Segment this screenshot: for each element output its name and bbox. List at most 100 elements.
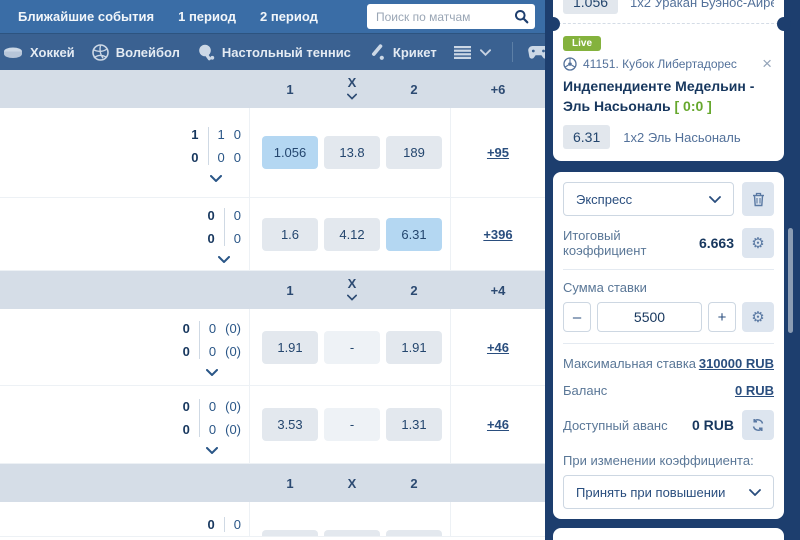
gamepad-icon [527,45,545,60]
odd-chip[interactable]: - [324,331,380,364]
expand-chevron-icon[interactable] [218,256,230,263]
betslip-panel: 1.056 1x2 Уракан Буэнос-Айрес Live 41151… [545,0,800,540]
header-more-label[interactable]: +6 [491,82,506,97]
expand-chevron-icon[interactable] [210,175,222,182]
search-box[interactable] [367,4,535,29]
odd-chip[interactable]: 1.6 [262,218,318,251]
score-value: 0 [234,147,241,168]
stake-minus-button[interactable]: – [563,302,591,332]
odd-chip[interactable]: 6.31 [386,218,442,251]
odds-column-header: 1X2+4 [0,271,545,309]
divider [563,269,774,270]
divider [512,42,513,62]
odd-chip[interactable] [386,530,442,537]
promo-input[interactable] [556,531,781,540]
coupon-card: 1.056 1x2 Уракан Буэнос-Айрес Live 41151… [553,0,784,161]
match-cell[interactable]: 0000 [0,198,250,270]
coef-change-label: При изменении коэффициента: [563,453,774,468]
balance-value[interactable]: 0 RUB [735,383,774,398]
sport-label: Волейбол [116,45,180,60]
stake-input[interactable] [597,302,702,332]
table-row: 00 [0,502,545,537]
search-icon[interactable] [514,9,529,24]
odd-chip[interactable]: 1.31 [386,408,442,441]
sportsnav-item-хоккей[interactable]: Хоккей [3,45,75,60]
score-value: 0 [209,396,216,417]
header-label-text: 1 [286,83,293,96]
odd-chip[interactable] [324,530,380,537]
advance-refresh-button[interactable] [742,410,774,440]
expand-chevron-icon[interactable] [206,369,218,376]
odd-chip[interactable]: 1.056 [262,136,318,169]
delete-bet-button[interactable] [742,182,774,216]
sportsnav-item-волейбол[interactable]: Волейбол [92,44,180,61]
odd-chip[interactable]: 1.91 [386,331,442,364]
live-badge: Live [563,36,601,51]
match-title: Индепендиенте Медельин - Эль Насьональ [… [563,77,774,116]
stake-plus-button[interactable]: + [708,302,736,332]
more-markets-link[interactable]: +46 [487,340,509,355]
chevron-down-icon [347,89,357,102]
header-more-label[interactable]: +4 [491,283,506,298]
match-cell[interactable]: 0000(0)(0) [0,386,250,463]
topnav-tab-1[interactable]: 1 период [178,9,236,24]
odd-chip[interactable]: - [324,408,380,441]
table-row: 0000(0)(0)3.53-1.31+46 [0,386,545,464]
score-grid: 0000(0)(0) [183,396,241,440]
divider [199,321,200,359]
match-cell[interactable]: 0000(0)(0) [0,309,250,385]
close-icon[interactable]: × [760,57,774,71]
scrollbar-thumb[interactable] [788,228,793,333]
sportsnav-item-gamepad[interactable] [527,45,545,60]
score-column: (0)(0) [225,396,241,440]
previous-bet-row[interactable]: 1.056 1x2 Уракан Буэнос-Айрес [553,0,784,23]
score-value: 0 [183,341,190,362]
notch-left [546,17,560,31]
event-number-league[interactable]: 41151. Кубок Либертадорес [583,57,754,71]
score-value: (0) [225,396,241,417]
odd-chip[interactable]: 1.91 [262,331,318,364]
score-column: 00 [209,318,216,362]
stake-settings-button[interactable]: ⚙ [742,302,774,332]
betslip-controls: Экспресс Итоговый коэффициент 6.663 ⚙ Су… [553,172,784,519]
header-label-text: 1 [286,477,293,490]
header-label-c1: 1 [262,477,318,490]
chevron-down-icon [749,489,761,496]
advance-value: 0 RUB [692,417,734,433]
odds-cell: 1.05613.8189 [250,108,451,197]
coef-settings-button[interactable]: ⚙ [742,228,774,258]
odd-chip[interactable]: 189 [386,136,442,169]
sportsnav-item-list[interactable] [454,46,491,59]
odd-chip[interactable]: 3.53 [262,408,318,441]
score-grid: 101000 [191,124,241,168]
divider [224,208,225,246]
score-value: 0 [209,318,216,339]
more-markets-link[interactable]: +396 [483,227,512,242]
odd-chip[interactable]: 13.8 [324,136,380,169]
bet-type-select[interactable]: Экспресс [563,182,734,216]
current-bet-pick: 1x2 Эль Насьональ [623,130,740,145]
odds-column-header: 1X2 [0,464,545,502]
promo-card [553,528,784,540]
total-coef-value: 6.663 [699,235,734,251]
odd-chip[interactable]: 4.12 [324,218,380,251]
football-icon [563,57,577,71]
match-cell[interactable]: 101000 [0,108,250,197]
sportsnav-item-крикет[interactable]: Крикет [368,44,437,61]
expand-chevron-icon[interactable] [206,447,218,454]
coef-change-select[interactable]: Принять при повышении [563,475,774,509]
score-value: 0 [208,228,215,249]
topnav-tab-2[interactable]: 2 период [260,9,318,24]
score-value: 1 [218,124,225,145]
odd-chip[interactable] [262,530,318,537]
topnav-tab-0[interactable]: Ближайшие события [18,9,154,24]
balance-label: Баланс [563,383,735,398]
more-markets-link[interactable]: +95 [487,145,509,160]
more-markets-link[interactable]: +46 [487,417,509,432]
score-column: 0 [208,514,215,535]
divider [224,517,225,532]
max-stake-value[interactable]: 310000 RUB [699,356,774,371]
search-input[interactable] [376,10,514,24]
sportsnav-item-настольный-теннис[interactable]: Настольный теннис [197,44,351,61]
match-cell[interactable]: 00 [0,502,250,536]
